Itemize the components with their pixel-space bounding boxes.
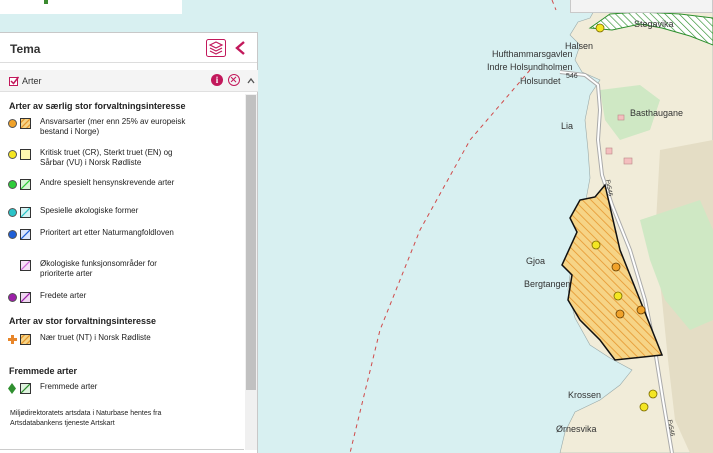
circle-marker-icon xyxy=(8,230,17,239)
footer-note: Miljødirektoratets artsdata i Naturbase … xyxy=(10,410,162,427)
circle-marker-icon xyxy=(8,150,17,159)
point-yellow[interactable] xyxy=(591,240,601,250)
place-bergtangen: Bergtangen xyxy=(524,279,571,289)
logo-mark xyxy=(44,0,48,4)
circle-marker-icon xyxy=(8,119,17,128)
road-label: 546 xyxy=(566,73,578,80)
point-orange[interactable] xyxy=(611,262,621,272)
square-icon xyxy=(20,149,31,160)
chevron-left-icon[interactable] xyxy=(233,39,247,57)
close-icon[interactable] xyxy=(228,74,240,86)
point-yellow[interactable] xyxy=(648,389,658,399)
point-yellow[interactable] xyxy=(613,291,623,301)
theme-panel: Tema Arter i Arter av særlig stor forval… xyxy=(0,32,258,453)
legend-label: Kritisk truet (CR), Sterkt truet (EN) og… xyxy=(40,148,173,167)
legend-label: Fremmede arter xyxy=(40,382,98,391)
place-hufthammarsgavlen: Hufthammarsgavlen xyxy=(492,49,573,59)
legend-label: Nær truet (NT) i Norsk Rødliste xyxy=(40,333,151,342)
legend-label: Fredete arter xyxy=(40,291,87,300)
place-ornesvika: Ørnesvika xyxy=(556,424,597,434)
circle-marker-icon xyxy=(8,208,17,217)
scrollbar-thumb[interactable] xyxy=(246,95,256,390)
hatched-square-icon xyxy=(20,292,31,303)
checkbox-checked-icon[interactable] xyxy=(9,76,19,86)
place-stegavika: Stegavika xyxy=(634,19,674,29)
hatched-square-icon xyxy=(20,118,31,129)
place-gjoa: Gjoa xyxy=(526,256,545,266)
chevron-up-icon[interactable] xyxy=(246,76,256,86)
point-orange[interactable] xyxy=(615,309,625,319)
legend-symbol xyxy=(8,333,31,345)
legend-label: Ansvarsarter (mer enn 25% av europeisk b… xyxy=(40,117,186,136)
legend-label: Prioritert art etter Naturmangfoldloven xyxy=(40,228,174,237)
diamond-marker-icon xyxy=(8,383,16,394)
panel-title: Tema xyxy=(10,42,41,56)
section-title: Arter xyxy=(22,76,42,86)
place-indre-holsundholmen: Indre Holsundholmen xyxy=(487,62,573,72)
legend-item: Fremmede arter xyxy=(8,382,238,394)
legend-item: Andre spesielt hensynskrevende arter xyxy=(8,178,238,200)
legend-symbol xyxy=(8,259,31,271)
legend-item: Ansvarsarter (mer enn 25% av europeisk b… xyxy=(8,117,238,139)
legend-item: Økologiske funksjonsområder for priorite… xyxy=(8,259,238,281)
place-lia: Lia xyxy=(561,121,573,131)
legend-label: Økologiske funksjonsområder for priorite… xyxy=(40,259,157,278)
legend-item: Fredete arter xyxy=(8,291,238,303)
group-title: Arter av stor forvaltningsinteresse xyxy=(9,316,157,326)
legend-symbol xyxy=(8,382,31,394)
hatched-square-icon xyxy=(20,383,31,394)
circle-marker-icon xyxy=(8,180,17,189)
legend-label: Andre spesielt hensynskrevende arter xyxy=(40,178,175,187)
place-holsundet: Holsundet xyxy=(520,76,561,86)
legend-symbol xyxy=(8,117,31,129)
panel-header: Tema xyxy=(0,33,257,63)
place-krossen: Krossen xyxy=(568,390,601,400)
legend-item: Kritisk truet (CR), Sterkt truet (EN) og… xyxy=(8,148,238,170)
hatched-square-icon xyxy=(20,334,31,345)
legend-symbol xyxy=(8,148,31,160)
legend-symbol xyxy=(8,291,31,303)
place-basthaugane: Basthaugane xyxy=(630,108,683,118)
legend-symbol xyxy=(8,206,31,218)
group-title: Fremmede arter xyxy=(9,366,78,376)
legend-symbol xyxy=(8,178,31,190)
logo-area xyxy=(0,0,182,14)
cross-marker-icon xyxy=(8,335,17,344)
circle-marker-icon xyxy=(8,293,17,302)
legend-item: Spesielle økologiske former xyxy=(8,206,238,218)
legend-symbol xyxy=(8,228,31,240)
layers-icon[interactable] xyxy=(206,39,226,57)
point-orange[interactable] xyxy=(636,305,646,315)
hatched-square-icon xyxy=(20,229,31,240)
point-yellow[interactable] xyxy=(595,23,605,33)
info-icon[interactable]: i xyxy=(211,74,223,86)
point-yellow[interactable] xyxy=(639,402,649,412)
hatched-square-icon xyxy=(20,179,31,190)
group-title: Arter av særlig stor forvaltningsinteres… xyxy=(9,101,186,111)
legend-item: Prioritert art etter Naturmangfoldloven xyxy=(8,228,238,250)
divider xyxy=(0,449,244,450)
legend-label: Spesielle økologiske former xyxy=(40,206,139,215)
hatched-square-icon xyxy=(20,207,31,218)
section-header-arter[interactable]: Arter i xyxy=(0,70,258,92)
hatched-square-icon xyxy=(20,260,31,271)
legend-item: Nær truet (NT) i Norsk Rødliste xyxy=(8,333,238,345)
map-control-box[interactable] xyxy=(570,0,713,13)
